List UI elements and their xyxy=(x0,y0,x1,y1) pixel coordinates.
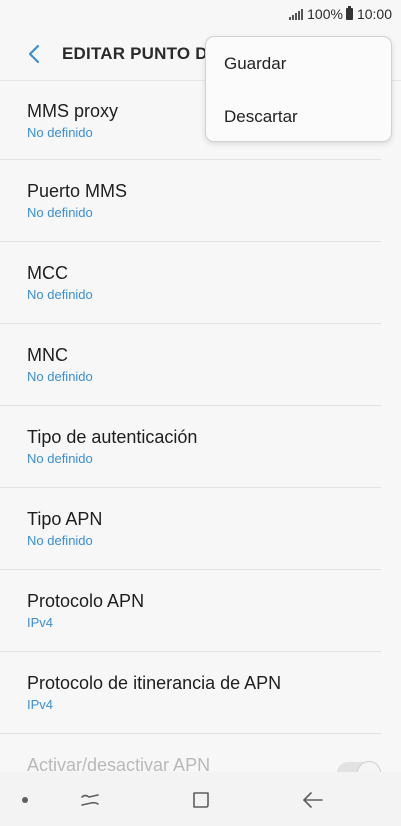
setting-value: No definido xyxy=(27,533,93,548)
nav-indicator-dot xyxy=(22,797,28,803)
nav-back-button[interactable] xyxy=(298,785,328,815)
setting-value: IPv4 xyxy=(27,615,54,630)
setting-apn-protocol[interactable]: Protocolo APN IPv4 xyxy=(0,570,381,652)
menu-item-discard[interactable]: Descartar xyxy=(206,90,391,143)
battery-percent: 100% xyxy=(307,6,343,22)
setting-value: No definido xyxy=(27,205,93,220)
setting-title: Tipo APN xyxy=(27,509,103,529)
navigation-bar xyxy=(0,772,401,826)
setting-value: No definido xyxy=(27,451,93,466)
setting-apn-roaming-protocol[interactable]: Protocolo de itinerancia de APN IPv4 xyxy=(0,652,381,734)
setting-mcc[interactable]: MCC No definido xyxy=(0,242,381,324)
setting-title: MCC xyxy=(27,263,68,283)
back-button[interactable] xyxy=(12,32,56,76)
setting-apn-type[interactable]: Tipo APN No definido xyxy=(0,488,381,570)
screen: 100% 10:00 EDITAR PUNTO DE ACCESO MMS pr… xyxy=(0,0,401,826)
back-arrow-icon xyxy=(303,792,323,808)
chevron-left-icon xyxy=(28,44,40,64)
setting-title: Tipo de autenticación xyxy=(27,427,198,447)
setting-value: IPv4 xyxy=(27,697,54,712)
setting-value: No definido xyxy=(27,287,93,302)
setting-auth-type[interactable]: Tipo de autenticación No definido xyxy=(0,406,381,488)
setting-mnc[interactable]: MNC No definido xyxy=(0,324,381,406)
home-button[interactable] xyxy=(186,785,216,815)
settings-list: MMS proxy No definido Puerto MMS No defi… xyxy=(0,81,401,785)
menu-item-save[interactable]: Guardar xyxy=(206,37,391,90)
setting-title: Protocolo APN xyxy=(27,591,145,611)
setting-title: Protocolo de itinerancia de APN xyxy=(27,673,282,693)
setting-title: MNC xyxy=(27,345,68,365)
signal-icon xyxy=(289,8,304,20)
recents-icon xyxy=(81,794,99,806)
battery-icon xyxy=(345,6,353,20)
clock: 10:00 xyxy=(356,6,392,22)
setting-mms-port[interactable]: Puerto MMS No definido xyxy=(0,160,381,242)
home-icon xyxy=(193,792,209,808)
status-bar: 100% 10:00 xyxy=(0,0,401,28)
overflow-menu: Guardar Descartar xyxy=(205,36,392,142)
setting-title: Puerto MMS xyxy=(27,181,128,201)
setting-value: No definido xyxy=(27,369,93,384)
recents-button[interactable] xyxy=(75,785,105,815)
